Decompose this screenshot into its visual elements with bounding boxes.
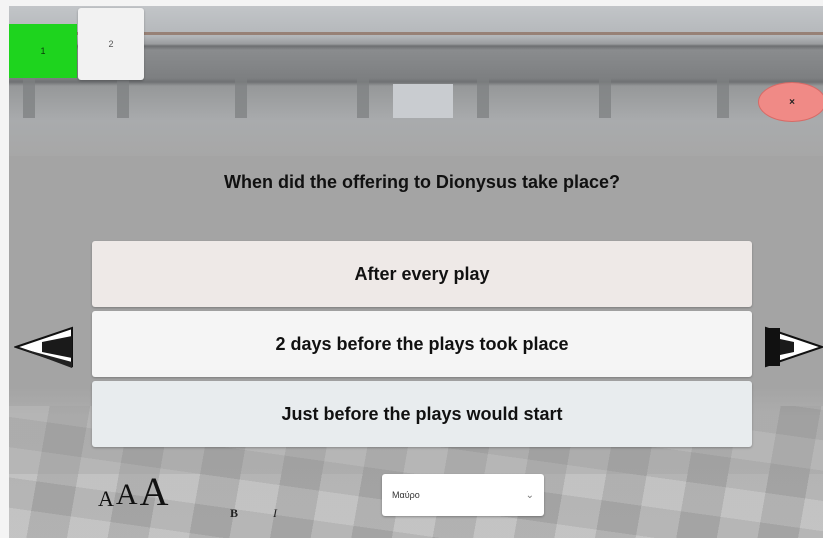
- italic-button[interactable]: I: [273, 506, 277, 521]
- pillar: [599, 78, 611, 118]
- tab-label: 1: [40, 46, 46, 56]
- pillar: [23, 78, 35, 118]
- close-icon: ×: [789, 96, 795, 108]
- pillar: [117, 78, 129, 118]
- font-size-medium-button[interactable]: A: [116, 478, 138, 512]
- answer-option-2[interactable]: 2 days before the plays took place: [92, 311, 752, 377]
- answer-label: 2 days before the plays took place: [275, 333, 569, 354]
- question-tab-2[interactable]: 2: [78, 8, 144, 80]
- answer-option-1[interactable]: After every play: [92, 241, 752, 307]
- close-button[interactable]: ×: [758, 82, 823, 122]
- answer-label: Just before the plays would start: [281, 403, 563, 424]
- color-select[interactable]: Μαύρο ⌄: [382, 474, 544, 516]
- question-text: When did the offering to Dionysus take p…: [223, 172, 621, 192]
- question-tab-1[interactable]: 1: [9, 24, 77, 78]
- arrow-left-icon[interactable]: [14, 322, 78, 372]
- font-size-options: A A A: [98, 472, 168, 512]
- pillar: [477, 78, 489, 118]
- tab-label: 2: [108, 39, 114, 49]
- pillar: [717, 78, 729, 118]
- arrow-right-icon[interactable]: [760, 322, 823, 372]
- font-size-small-button[interactable]: A: [98, 486, 114, 512]
- chevron-down-icon: ⌄: [525, 489, 534, 501]
- pillar: [357, 78, 369, 118]
- pillar: [235, 78, 247, 118]
- answer-label: After every play: [354, 263, 490, 284]
- bold-button[interactable]: B: [230, 506, 238, 521]
- font-size-large-button[interactable]: A: [140, 472, 169, 512]
- answer-option-3[interactable]: Just before the plays would start: [92, 381, 752, 447]
- background-window: [393, 84, 453, 118]
- color-select-value: Μαύρο: [392, 490, 420, 500]
